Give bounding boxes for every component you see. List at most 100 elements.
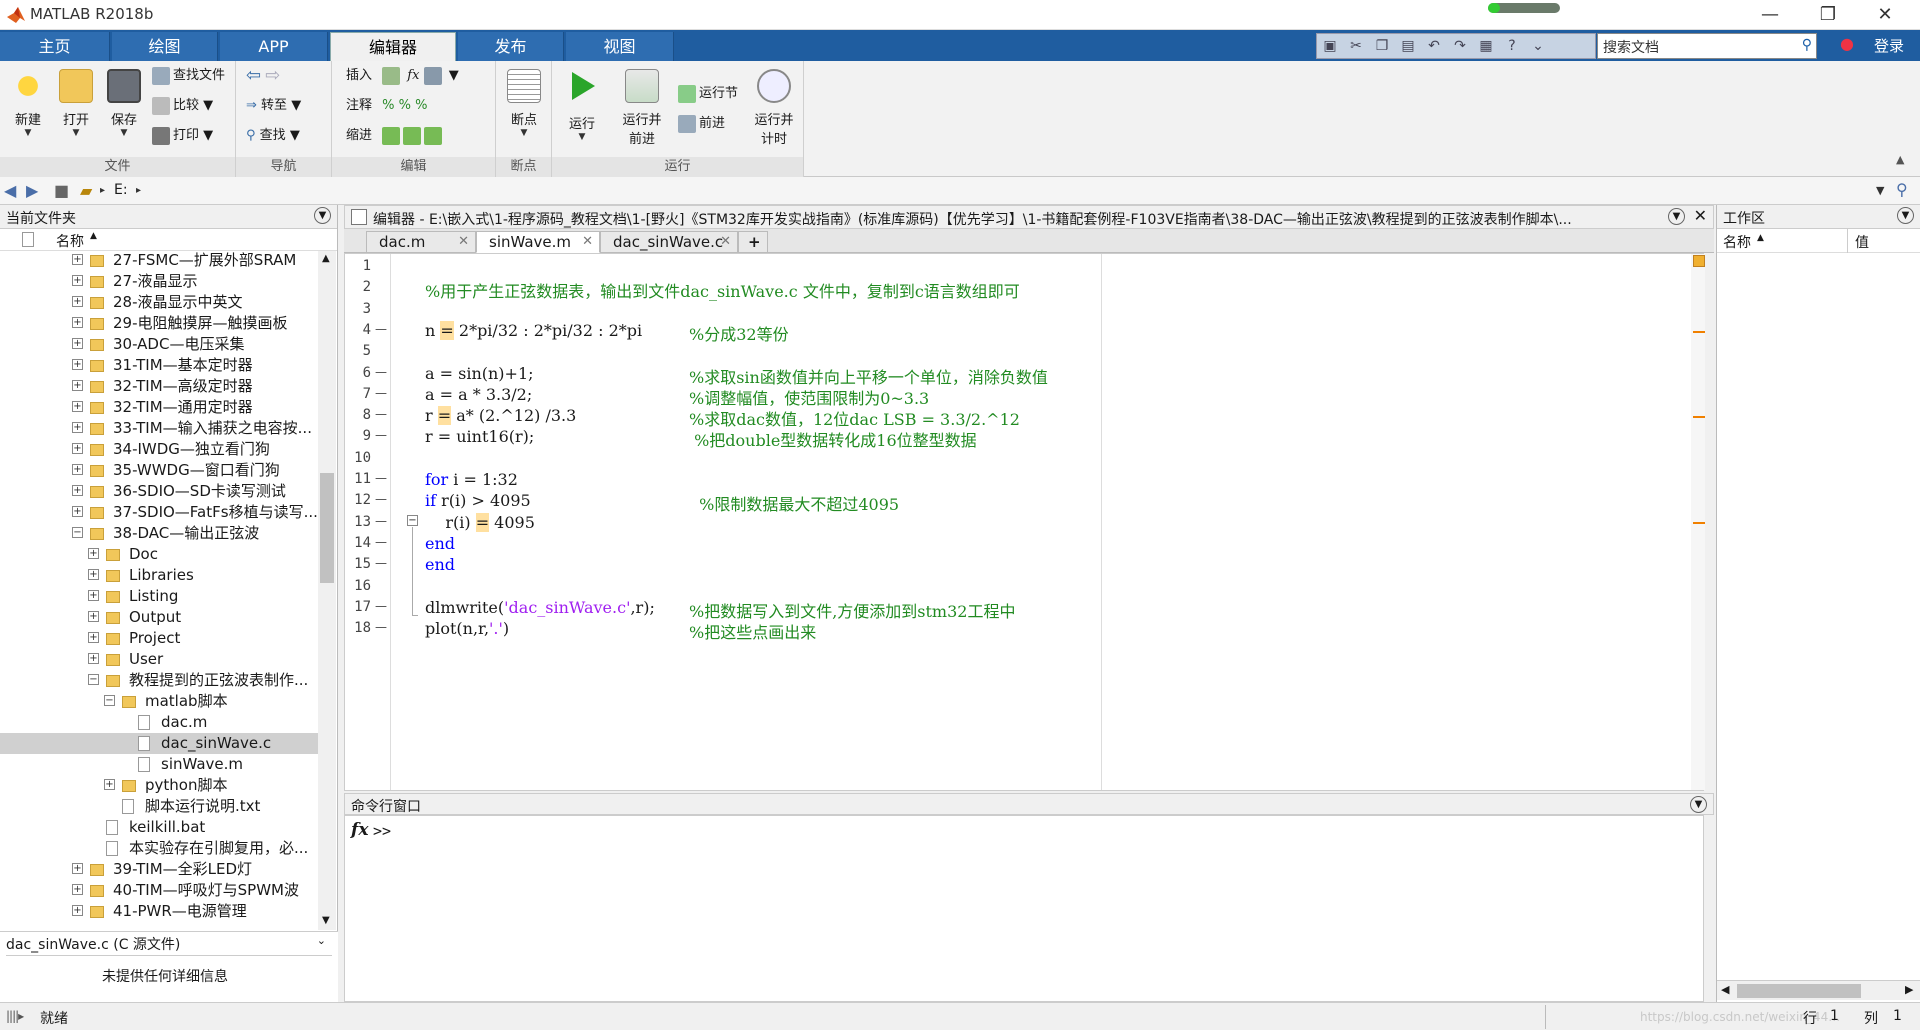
folder-item[interactable]: + Libraries: [0, 565, 318, 586]
folder-item[interactable]: +39-TIM—全彩LED灯: [0, 859, 318, 880]
collapse-icon[interactable]: −: [104, 695, 115, 706]
ws-name-column[interactable]: 名称: [1723, 232, 1751, 252]
executable-line-marker[interactable]: —: [375, 535, 387, 549]
fx-function-browser-icon[interactable]: fx: [351, 820, 368, 840]
editor-close-icon[interactable]: ✕: [1693, 206, 1707, 225]
paste-icon[interactable]: ▤: [1396, 36, 1420, 56]
folder-item[interactable]: +34-IWDG—独立看门狗: [0, 439, 318, 460]
close-tab-icon[interactable]: ✕: [582, 232, 593, 252]
forward-icon[interactable]: ▶: [26, 181, 38, 200]
expand-icon[interactable]: +: [72, 863, 83, 874]
expand-icon[interactable]: +: [72, 338, 83, 349]
run-and-time-button[interactable]: 运行并 计时: [746, 65, 802, 151]
file-item[interactable]: dac.m: [0, 712, 318, 733]
executable-line-marker[interactable]: —: [375, 407, 387, 421]
close-tab-icon[interactable]: ✕: [458, 232, 469, 252]
undo-icon[interactable]: ↶: [1422, 36, 1446, 56]
folder-item[interactable]: +27-液晶显示: [0, 271, 318, 292]
expand-icon[interactable]: +: [88, 632, 99, 643]
back-icon[interactable]: ◀: [4, 181, 16, 200]
expand-icon[interactable]: +: [72, 359, 83, 370]
folder-item[interactable]: + Output: [0, 607, 318, 628]
expand-icon[interactable]: +: [72, 296, 83, 307]
folder-item[interactable]: +40-TIM—呼吸灯与SPWM波: [0, 880, 318, 901]
warning-marker[interactable]: [1693, 522, 1705, 524]
help-icon[interactable]: ?: [1500, 36, 1524, 56]
expand-icon[interactable]: +: [72, 254, 83, 265]
address-dropdown-icon[interactable]: ▼: [1876, 184, 1884, 197]
executable-line-marker[interactable]: —: [375, 471, 387, 485]
folder-item[interactable]: +31-TIM—基本定时器: [0, 355, 318, 376]
executable-line-marker[interactable]: —: [375, 322, 387, 336]
warning-marker[interactable]: [1693, 416, 1705, 418]
tab-publish[interactable]: 发布: [458, 32, 564, 61]
collapse-ribbon-icon[interactable]: ▲: [1896, 153, 1904, 166]
workspace-hscrollbar[interactable]: ◀ ▶: [1717, 980, 1920, 1000]
expand-icon[interactable]: +: [72, 905, 83, 916]
workspace-actions-icon[interactable]: ▼: [1897, 207, 1914, 224]
options-icon[interactable]: ⌄: [1526, 36, 1550, 56]
expand-icon[interactable]: +: [88, 653, 99, 664]
folder-scrollbar[interactable]: ▲ ▼: [318, 251, 336, 930]
expand-icon[interactable]: +: [88, 590, 99, 601]
tab-view[interactable]: 视图: [566, 32, 674, 61]
expand-icon[interactable]: +: [72, 422, 83, 433]
browse-folder-icon[interactable]: ▰: [80, 181, 92, 200]
details-toggle-icon[interactable]: ⌄: [317, 934, 326, 947]
folder-item[interactable]: + User: [0, 649, 318, 670]
code-line[interactable]: a = a * 3.3/2;: [425, 385, 532, 404]
scroll-right-icon[interactable]: ▶: [1905, 983, 1913, 996]
executable-line-marker[interactable]: —: [375, 556, 387, 570]
code-comment[interactable]: %限制数据最大不超过4095: [689, 491, 899, 515]
indent-button[interactable]: 缩进: [346, 125, 445, 147]
cut-icon[interactable]: ✂: [1344, 36, 1368, 56]
save-icon[interactable]: ▣: [1318, 36, 1342, 56]
open-button[interactable]: 打开 ▼: [52, 65, 100, 151]
find-files-button[interactable]: 查找文件: [152, 65, 225, 87]
folder-item[interactable]: + python脚本: [0, 775, 318, 796]
executable-line-marker[interactable]: —: [375, 514, 387, 528]
code-line[interactable]: dlmwrite('dac_sinWave.c',r);: [425, 598, 655, 617]
file-item[interactable]: sinWave.m: [0, 754, 318, 775]
folder-item[interactable]: +36-SDIO—SD卡读写测试: [0, 481, 318, 502]
collapse-icon[interactable]: −: [88, 674, 99, 685]
breakpoints-button[interactable]: 断点 ▼: [500, 65, 548, 151]
run-section-button[interactable]: 运行节: [678, 83, 738, 105]
file-item[interactable]: 本实验存在引脚复用，必...: [0, 838, 318, 859]
tab-plots[interactable]: 绘图: [112, 32, 218, 61]
login-link[interactable]: 登录: [1874, 35, 1904, 56]
command-window[interactable]: fx >>: [344, 815, 1704, 1002]
expand-icon[interactable]: +: [72, 443, 83, 454]
folder-item[interactable]: +29-电阻触摸屏—触摸画板: [0, 313, 318, 334]
folder-item[interactable]: + Doc: [0, 544, 318, 565]
folder-item[interactable]: +27-FSMC—扩展外部SRAM: [0, 251, 318, 271]
code-line[interactable]: n = 2*pi/32 : 2*pi/32 : 2*pi: [425, 320, 642, 340]
tab-home[interactable]: 主页: [0, 32, 110, 61]
folder-item[interactable]: − matlab脚本: [0, 691, 318, 712]
collapse-icon[interactable]: −: [72, 527, 83, 538]
code-line[interactable]: plot(n,r,'.'): [425, 619, 509, 638]
folder-item[interactable]: +28-液晶显示中英文: [0, 292, 318, 313]
editor-actions-icon[interactable]: ▼: [1668, 208, 1685, 225]
code-line[interactable]: end: [425, 534, 455, 553]
expand-icon[interactable]: +: [72, 380, 83, 391]
compare-button[interactable]: 比较 ▼: [152, 95, 213, 117]
copy-icon[interactable]: ❐: [1370, 36, 1394, 56]
goto-button[interactable]: ⇒ 转至 ▼: [246, 95, 301, 117]
expand-icon[interactable]: +: [72, 275, 83, 286]
folder-item[interactable]: + Listing: [0, 586, 318, 607]
fold-for-icon[interactable]: −: [407, 515, 418, 526]
tab-editor[interactable]: 编辑器: [330, 32, 456, 61]
code-comment[interactable]: %把这些点画出来: [689, 619, 816, 643]
executable-line-marker[interactable]: —: [375, 492, 387, 506]
scroll-left-icon[interactable]: ◀: [1721, 983, 1729, 996]
code-line[interactable]: r(i) = 4095: [425, 512, 535, 532]
executable-line-marker[interactable]: —: [375, 599, 387, 613]
expand-icon[interactable]: +: [72, 884, 83, 895]
minimize-button[interactable]: —: [1747, 2, 1793, 28]
code-comment[interactable]: %用于产生正弦数据表，输出到文件dac_sinWave.c 文件中，复制到c语言…: [425, 278, 1020, 302]
code-comment[interactable]: %分成32等份: [689, 321, 789, 345]
restore-button[interactable]: ❐: [1805, 2, 1851, 28]
code-line[interactable]: end: [425, 555, 455, 574]
executable-line-marker[interactable]: —: [375, 620, 387, 634]
